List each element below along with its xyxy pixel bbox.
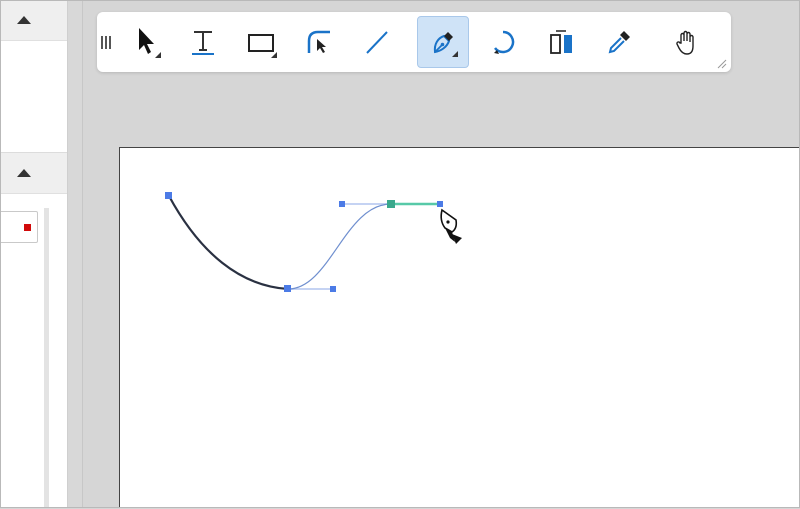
anchor-point[interactable]	[165, 192, 172, 199]
lasso-tool-button[interactable]	[477, 16, 529, 68]
pan-tool-button[interactable]	[661, 16, 713, 68]
color-swatch[interactable]	[24, 224, 31, 231]
submenu-indicator-icon	[452, 51, 458, 57]
text-tool-button[interactable]	[177, 16, 229, 68]
submenu-indicator-icon	[155, 52, 161, 58]
fill-bucket-icon	[550, 30, 572, 54]
scrollbar[interactable]	[44, 208, 49, 508]
triangle-up-icon[interactable]	[16, 16, 31, 24]
drawing-canvas[interactable]	[119, 147, 800, 508]
select-tool-button[interactable]	[119, 16, 171, 68]
vector-drawing[interactable]	[120, 148, 800, 509]
triangle-up-icon[interactable]	[16, 169, 31, 177]
handle-point[interactable]	[437, 201, 443, 207]
eyedropper-tool-button[interactable]	[593, 16, 645, 68]
direct-select-tool-button[interactable]	[293, 16, 345, 68]
resize-grip-icon[interactable]	[715, 57, 727, 69]
handle-point[interactable]	[330, 286, 336, 292]
pen-cursor-icon	[440, 208, 462, 244]
eyedropper-icon	[608, 31, 630, 54]
panel-section-header[interactable]	[0, 0, 67, 41]
corner-select-icon	[307, 30, 330, 53]
fill-tool-button[interactable]	[535, 16, 587, 68]
bezier-path[interactable]	[168, 195, 289, 291]
preview-segment	[287, 203, 392, 290]
lasso-icon	[494, 30, 515, 54]
tool-palette	[97, 12, 731, 72]
text-t-icon	[192, 31, 214, 55]
hand-icon	[676, 30, 694, 55]
panel-section-header[interactable]	[0, 152, 67, 194]
pen-tool-button[interactable]	[417, 16, 469, 68]
submenu-indicator-icon	[271, 52, 277, 58]
active-anchor-point[interactable]	[387, 200, 395, 208]
drag-handle-icon[interactable]	[101, 36, 113, 50]
line-tool-button[interactable]	[351, 16, 403, 68]
handle-point[interactable]	[339, 201, 345, 207]
panel-divider[interactable]	[68, 0, 83, 508]
color-field[interactable]	[0, 211, 38, 243]
rectangle-tool-button[interactable]	[235, 16, 287, 68]
anchor-point[interactable]	[284, 285, 291, 292]
line-icon	[366, 31, 388, 54]
properties-panel	[0, 0, 68, 508]
